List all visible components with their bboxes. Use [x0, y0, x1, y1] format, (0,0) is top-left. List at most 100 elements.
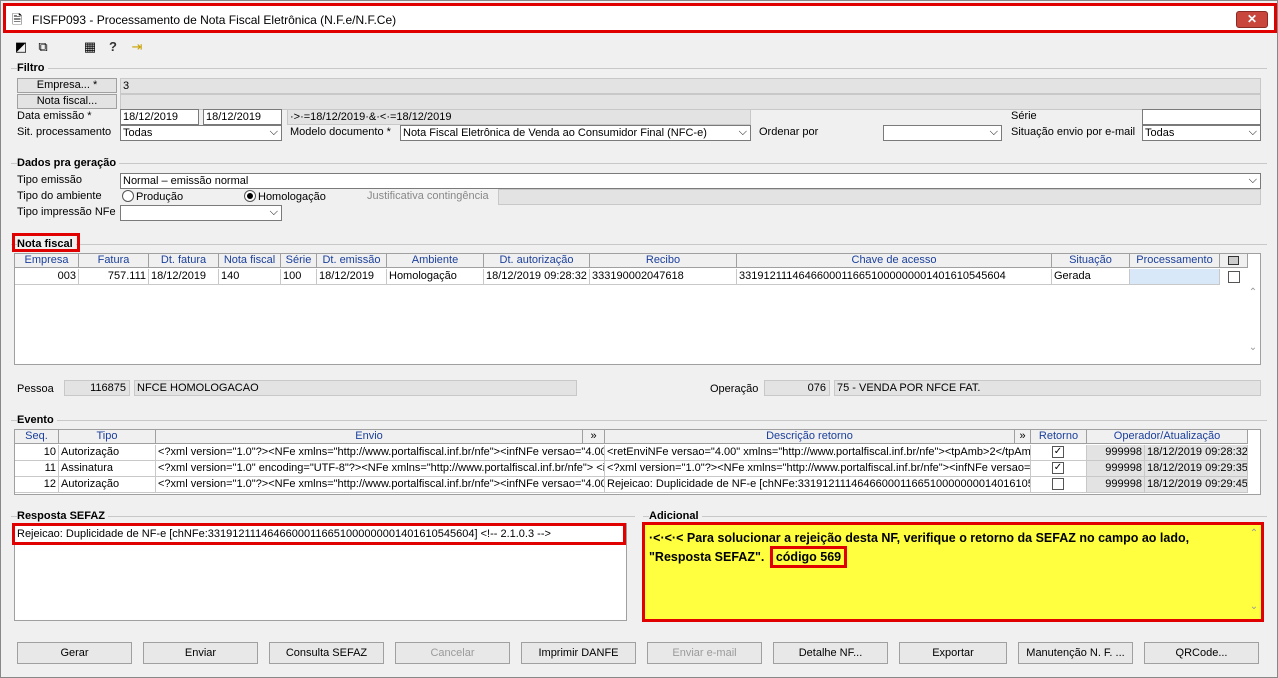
help-icon[interactable]: ? — [105, 39, 121, 55]
evento-tipo[interactable]: Autorização — [59, 445, 156, 461]
col-envio[interactable]: Envio — [156, 430, 583, 444]
copy-icon[interactable]: ⧉ — [35, 39, 51, 55]
cell-chave-acesso[interactable]: 3319121114646600011665100000000140161054… — [737, 269, 1052, 285]
modelo-documento-label: Modelo documento * — [290, 126, 391, 138]
homologacao-radio[interactable] — [244, 190, 256, 202]
col-descricao-retorno[interactable]: Descrição retorno — [605, 430, 1015, 444]
tipo-emissao-label: Tipo emissão — [17, 174, 83, 186]
cell-dt-autorizacao[interactable]: 18/12/2019 09:28:32 — [484, 269, 590, 285]
cell-dt-emissao[interactable]: 18/12/2019 — [317, 269, 387, 285]
expand-envio-button[interactable]: » — [583, 430, 605, 444]
first-record-icon[interactable]: ◩ — [13, 39, 29, 55]
col-serie[interactable]: Série — [281, 254, 317, 268]
ordenar-por-label: Ordenar por — [759, 126, 819, 138]
enviar-button[interactable]: Enviar — [143, 642, 258, 664]
col-chave-acesso[interactable]: Chave de acesso — [737, 254, 1052, 268]
col-dt-emissao[interactable]: Dt. emissão — [317, 254, 387, 268]
ordenar-por-select[interactable] — [883, 125, 1002, 141]
pessoa-nome: NFCE HOMOLOGACAO — [134, 380, 577, 396]
grid-icon[interactable]: ▦ — [82, 39, 98, 55]
serie-input[interactable] — [1142, 109, 1261, 125]
adicional-panel[interactable]: ·<·<·< Para solucionar a rejeição desta … — [642, 522, 1264, 622]
empresa-button[interactable]: Empresa... * — [17, 78, 117, 93]
col-operador[interactable]: Operador/Atualização — [1087, 430, 1248, 444]
nota-fiscal-button[interactable]: Nota fiscal... — [17, 94, 117, 109]
col-fatura[interactable]: Fatura — [79, 254, 149, 268]
empresa-field[interactable]: 3 — [120, 78, 1261, 94]
justificativa-label: Justificativa contingência — [367, 190, 489, 202]
geracao-title: Dados pra geração — [17, 157, 120, 169]
col-retorno[interactable]: Retorno — [1031, 430, 1087, 444]
qrcode-button[interactable]: QRCode... — [1144, 642, 1259, 664]
col-select-all[interactable] — [1220, 254, 1248, 268]
gerar-button[interactable]: Gerar — [17, 642, 132, 664]
col-dt-fatura[interactable]: Dt. fatura — [149, 254, 219, 268]
col-processamento[interactable]: Processamento — [1130, 254, 1220, 268]
tipo-emissao-select[interactable]: Normal – emissão normal — [120, 173, 1261, 189]
col-seq[interactable]: Seq. — [15, 430, 59, 444]
col-dt-autorizacao[interactable]: Dt. autorização — [484, 254, 590, 268]
exportar-button[interactable]: Exportar — [899, 642, 1007, 664]
document-icon: 🗎 — [12, 12, 23, 27]
resposta-title: Resposta SEFAZ — [17, 510, 109, 522]
evento-tipo[interactable]: Autorização — [59, 477, 156, 493]
evento-retorno[interactable]: <retEnviNFe versao="4.00" xmlns="http://… — [605, 445, 1031, 461]
cell-ambiente[interactable]: Homologação — [387, 269, 484, 285]
col-empresa[interactable]: Empresa — [15, 254, 79, 268]
retorno-checkbox[interactable]: ✓ — [1052, 446, 1064, 458]
sit-processamento-select[interactable]: Todas — [120, 125, 282, 141]
col-recibo[interactable]: Recibo — [590, 254, 737, 268]
situacao-envio-select[interactable]: Todas — [1142, 125, 1261, 141]
evento-tipo[interactable]: Assinatura — [59, 461, 156, 477]
evento-retorno[interactable]: Rejeicao: Duplicidade de NF-e [chNFe:331… — [605, 477, 1031, 493]
detalhe-nf-button[interactable]: Detalhe NF... — [773, 642, 888, 664]
data-inicio-input[interactable]: 18/12/2019 — [120, 109, 199, 125]
enviar-email-button[interactable]: Enviar e-mail — [647, 642, 762, 664]
adicional-line2: "Resposta SEFAZ". — [649, 550, 765, 564]
modelo-documento-select[interactable]: Nota Fiscal Eletrônica de Venda ao Consu… — [400, 125, 751, 141]
evento-envio[interactable]: <?xml version="1.0"?><NFe xmlns="http://… — [156, 445, 605, 461]
row-checkbox[interactable] — [1228, 271, 1240, 283]
tipo-impressao-select[interactable] — [120, 205, 282, 221]
cell-situacao[interactable]: Gerada — [1052, 269, 1130, 285]
retorno-checkbox[interactable] — [1052, 478, 1064, 490]
col-situacao[interactable]: Situação — [1052, 254, 1130, 268]
col-nota-fiscal[interactable]: Nota fiscal — [219, 254, 281, 268]
cell-serie[interactable]: 100 — [281, 269, 317, 285]
expand-retorno-button[interactable]: » — [1015, 430, 1031, 444]
consulta-sefaz-button[interactable]: Consulta SEFAZ — [269, 642, 384, 664]
filtro-title: Filtro — [17, 62, 48, 74]
evento-retorno[interactable]: <?xml version="1.0"?><NFe xmlns="http://… — [605, 461, 1031, 477]
cell-empresa[interactable]: 003 — [15, 269, 79, 285]
col-tipo[interactable]: Tipo — [59, 430, 156, 444]
evento-seq[interactable]: 10 — [15, 445, 59, 461]
evento-envio[interactable]: <?xml version="1.0"?><NFe xmlns="http://… — [156, 477, 605, 493]
evento-envio[interactable]: <?xml version="1.0" encoding="UTF-8"?><N… — [156, 461, 605, 477]
data-fim-input[interactable]: 18/12/2019 — [203, 109, 282, 125]
resposta-text[interactable]: Rejeicao: Duplicidade de NF-e [chNFe:331… — [17, 528, 551, 540]
pessoa-codigo: 116875 — [64, 380, 130, 396]
imprimir-danfe-button[interactable]: Imprimir DANFE — [521, 642, 636, 664]
producao-radio[interactable] — [122, 190, 134, 202]
exit-icon[interactable]: ⇥ — [129, 39, 145, 55]
manutencao-nf-button[interactable]: Manutenção N. F. ... — [1018, 642, 1133, 664]
cell-dt-fatura[interactable]: 18/12/2019 — [149, 269, 219, 285]
evento-table: Seq. Tipo Envio » Descrição retorno » Re… — [14, 429, 1261, 495]
evento-operador: 999998 — [1087, 477, 1145, 493]
cell-recibo[interactable]: 333190002047618 — [590, 269, 737, 285]
nota-fiscal-field[interactable] — [120, 94, 1261, 110]
retorno-checkbox[interactable]: ✓ — [1052, 462, 1064, 474]
table-scrollbar[interactable]: ⌃ ⌄ — [1246, 269, 1260, 364]
tipo-ambiente-label: Tipo do ambiente — [17, 190, 102, 202]
adicional-scrollbar[interactable]: ⌃ ⌄ — [1247, 528, 1261, 619]
window-title: FISFP093 - Processamento de Nota Fiscal … — [32, 13, 397, 27]
cell-nota-fiscal[interactable]: 140 — [219, 269, 281, 285]
evento-retorno-cell: ✓ — [1031, 445, 1087, 461]
evento-seq[interactable]: 11 — [15, 461, 59, 477]
col-ambiente[interactable]: Ambiente — [387, 254, 484, 268]
cell-fatura[interactable]: 757.111 — [79, 269, 149, 285]
evento-seq[interactable]: 12 — [15, 477, 59, 493]
cancelar-button[interactable]: Cancelar — [395, 642, 510, 664]
close-button[interactable]: ✕ — [1236, 11, 1268, 28]
cell-processamento[interactable] — [1130, 269, 1220, 285]
